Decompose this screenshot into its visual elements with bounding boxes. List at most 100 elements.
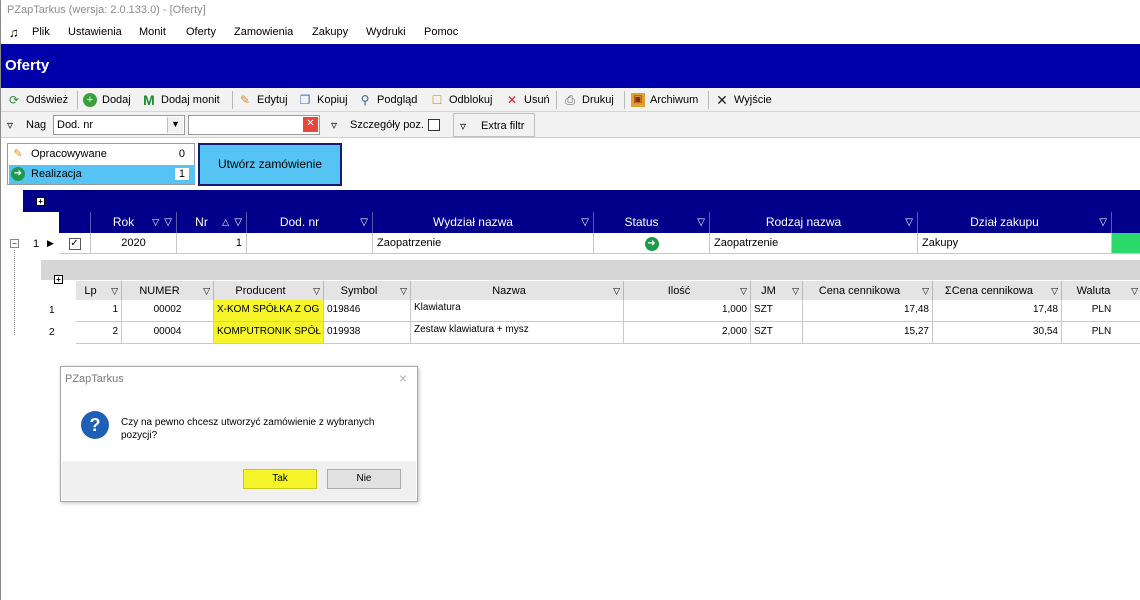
cell-ilosc: 1,000 — [624, 300, 751, 322]
menu-monit[interactable]: Monit — [139, 26, 166, 38]
cell-numer: 00004 — [122, 322, 214, 344]
archive-button[interactable]: ▣ Archiwum — [631, 92, 698, 108]
funnel-icon: ▿ — [460, 119, 467, 133]
cell-status-color — [1112, 233, 1140, 254]
cell-dod-nr — [247, 233, 373, 254]
col-header-symbol[interactable]: Symbol ▽ — [324, 281, 411, 301]
add-button[interactable]: + Dodaj — [83, 92, 131, 108]
col-header-dod-nr[interactable]: Dod. nr ▽ — [247, 212, 373, 233]
funnel-icon[interactable]: ▽ — [581, 212, 589, 233]
expand-detail-icon[interactable]: + — [54, 275, 63, 284]
edit-button[interactable]: ✎ Edytuj — [238, 92, 288, 108]
delete-button[interactable]: ✕ Usuń — [505, 92, 550, 108]
funnel-icon[interactable]: ▽ — [313, 281, 320, 301]
funnel-icon[interactable]: ▽ — [740, 281, 747, 301]
pencil-icon: ✎ — [239, 93, 251, 107]
app-window: PZapTarkus (wersja: 2.0.133.0) - [Oferty… — [0, 0, 1140, 600]
add-reminder-button[interactable]: M Dodaj monit — [142, 92, 220, 108]
menu-bar: ♫ Plik Ustawienia Monit Oferty Zamowieni… — [1, 22, 1140, 44]
create-order-button[interactable]: Utwórz zamówienie — [198, 143, 342, 186]
chevron-down-icon[interactable]: ▼ — [167, 117, 183, 133]
no-button[interactable]: Nie — [327, 469, 401, 489]
funnel-icon[interactable]: ▽ — [697, 212, 705, 233]
funnel-icon[interactable]: ▽ — [792, 281, 799, 301]
col-header-status[interactable]: Status ▽ — [594, 212, 710, 233]
app-logo-icon[interactable]: ♫ — [9, 25, 23, 40]
menu-wydruki[interactable]: Wydruki — [366, 26, 406, 38]
status-item-realizacja[interactable]: ➜ Realizacja 1 — [9, 165, 195, 184]
cell-producent: KOMPUTRONIK SPÓŁ — [214, 322, 324, 344]
col-header-numer[interactable]: NUMER ▽ — [122, 281, 214, 301]
main-grid-row[interactable]: ✓ 2020 1 Zaopatrzenie ➜ Zaopatrzenie Zak… — [59, 233, 1140, 254]
cell-waluta: PLN — [1062, 300, 1140, 322]
title-bar: PZapTarkus (wersja: 2.0.133.0) - [Oferty… — [1, 0, 1140, 22]
funnel-icon[interactable]: ▽ — [613, 281, 620, 301]
status-item-opracowywane[interactable]: ✎ Opracowywane 0 — [9, 145, 195, 164]
menu-zamowienia[interactable]: Zamowienia — [234, 26, 293, 38]
clear-filter-icon[interactable]: ✕ — [303, 117, 318, 132]
col-header-waluta[interactable]: Waluta ▽ — [1062, 281, 1140, 301]
col-header-lp[interactable]: Lp ▽ — [76, 281, 122, 301]
close-icon[interactable]: × — [399, 370, 407, 386]
filter-field-combo[interactable]: Dod. nr ▼ — [53, 115, 185, 135]
preview-button[interactable]: ⚲ Podgląd — [358, 92, 418, 108]
cell-jm: SZT — [751, 300, 803, 322]
row-select-cell[interactable]: ✓ — [59, 233, 91, 254]
menu-zakupy[interactable]: Zakupy — [312, 26, 348, 38]
dialog-title: PZapTarkus — [65, 373, 124, 385]
funnel-icon[interactable]: ▽ — [164, 212, 172, 233]
funnel-icon[interactable]: ▽ — [203, 281, 210, 301]
copy-button[interactable]: ❐ Kopiuj — [298, 92, 348, 108]
menu-ustawienia[interactable]: Ustawienia — [68, 26, 122, 38]
funnel-icon[interactable]: ▽ — [905, 212, 913, 233]
detail-row[interactable]: 1 1 00002 X-KOM SPÓŁKA Z OG 019846 Klawi… — [41, 300, 1140, 322]
tree-line — [14, 250, 15, 335]
cell-lp: 2 — [76, 322, 122, 344]
funnel-icon[interactable]: ▽ — [1051, 281, 1058, 301]
col-header-suma[interactable]: ΣCena cennikowa ▽ — [933, 281, 1062, 301]
col-header-ilosc[interactable]: Ilość ▽ — [624, 281, 751, 301]
detail-grid-header: Lp ▽ NUMER ▽ Producent ▽ Symbol ▽ Nazwa ▽ Ilo… — [76, 281, 1140, 301]
exit-button[interactable]: ✕ Wyjście — [715, 92, 772, 108]
col-header-nr[interactable]: Nr △ ▽ — [177, 212, 247, 233]
col-header-cena[interactable]: Cena cennikowa ▽ — [803, 281, 933, 301]
col-header-dzial[interactable]: Dział zakupu ▽ — [918, 212, 1112, 233]
arrow-right-circle-icon: ➜ — [644, 237, 659, 251]
detail-row[interactable]: 2 2 00004 KOMPUTRONIK SPÓŁ 019938 Zestaw… — [41, 322, 1140, 344]
confirm-dialog: PZapTarkus × ? Czy na pewno chcesz utwor… — [60, 366, 418, 502]
print-button[interactable]: ⎙ Drukuj — [563, 92, 614, 108]
col-header-wydzial[interactable]: Wydział nazwa ▽ — [373, 212, 594, 233]
col-header-producent[interactable]: Producent ▽ — [214, 281, 324, 301]
funnel-icon[interactable]: ▽ — [400, 281, 407, 301]
funnel-icon[interactable]: ▽ — [234, 212, 242, 233]
col-header-jm[interactable]: JM ▽ — [751, 281, 803, 301]
toolbar-separator — [624, 91, 625, 109]
col-header-nazwa[interactable]: Nazwa ▽ — [411, 281, 624, 301]
filter-field-value: Dod. nr — [57, 119, 94, 131]
sort-desc-icon: ▽ — [152, 217, 159, 227]
collapse-row-icon[interactable]: − — [10, 239, 19, 248]
checkbox-checked-icon[interactable]: ✓ — [68, 238, 81, 250]
cell-nazwa: Zestaw klawiatura + mysz — [411, 322, 624, 344]
expand-all-icon[interactable]: + — [36, 197, 45, 206]
col-header-rodzaj[interactable]: Rodzaj nazwa ▽ — [710, 212, 918, 233]
detail-row-index: 2 — [49, 327, 55, 338]
filter-text-input[interactable] — [188, 115, 320, 135]
toolbar: ⟳ Odśwież + Dodaj M Dodaj monit ✎ Edytuj ❐ Ko… — [1, 88, 1140, 112]
printer-icon: ⎙ — [565, 93, 575, 107]
funnel-icon[interactable]: ▽ — [1131, 281, 1138, 301]
menu-oferty[interactable]: Oferty — [186, 26, 216, 38]
menu-plik[interactable]: Plik — [32, 26, 50, 38]
funnel-icon[interactable]: ▽ — [360, 212, 368, 233]
col-header-rok[interactable]: Rok ▽ ▽ — [91, 212, 177, 233]
funnel-icon[interactable]: ▽ — [922, 281, 929, 301]
extra-filter-button[interactable]: ▿ Extra filtr — [453, 113, 535, 137]
funnel-icon[interactable]: ▽ — [111, 281, 118, 301]
yes-button[interactable]: Tak — [243, 469, 317, 489]
details-checkbox[interactable] — [428, 119, 440, 131]
unlock-button[interactable]: ☐ Odblokuj — [430, 92, 493, 108]
arrow-right-circle-icon: ➜ — [11, 167, 25, 181]
refresh-button[interactable]: ⟳ Odśwież — [7, 92, 68, 108]
menu-pomoc[interactable]: Pomoc — [424, 26, 458, 38]
funnel-icon[interactable]: ▽ — [1099, 212, 1107, 233]
